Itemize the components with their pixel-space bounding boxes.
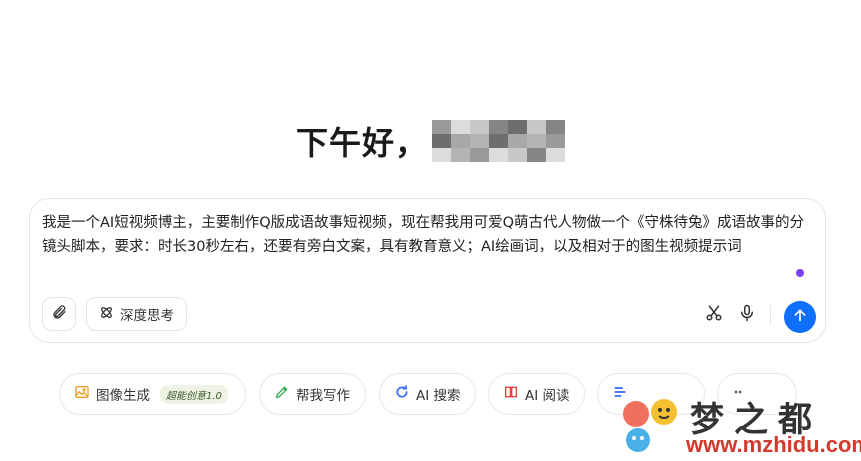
- search-icon: [394, 384, 410, 404]
- send-button[interactable]: [784, 301, 816, 333]
- book-icon: [503, 384, 519, 404]
- scissors-button[interactable]: [702, 303, 726, 327]
- attach-button[interactable]: [42, 297, 76, 331]
- greeting: 下午好，: [0, 118, 861, 164]
- status-dot: [796, 269, 804, 277]
- chip-label: AI 搜索: [416, 388, 461, 404]
- greeting-text: 下午好，: [295, 124, 428, 162]
- watermark-logo-icon: [620, 396, 684, 458]
- chip-badge: 超能创意1.0: [160, 384, 228, 404]
- image-icon: [74, 384, 90, 404]
- prompt-input[interactable]: 我是一个AI短视频博主，主要制作Q版成语故事短视频，现在帮我用可爱Q萌古代人物做…: [42, 211, 812, 259]
- watermark-url: www.mzhidu.com: [686, 432, 861, 457]
- microphone-button[interactable]: [735, 303, 759, 327]
- atom-icon: [99, 305, 114, 324]
- arrow-up-icon: [792, 307, 808, 327]
- chip-ai-search[interactable]: AI 搜索: [379, 373, 476, 415]
- microphone-icon: [738, 304, 756, 326]
- scissors-icon: [705, 304, 723, 326]
- blurred-username: [432, 120, 565, 162]
- chip-label: AI 阅读: [525, 388, 570, 404]
- site-watermark: 梦之都 www.mzhidu.com: [620, 392, 861, 458]
- chip-label: 帮我写作: [296, 388, 350, 404]
- chip-label: 图像生成: [96, 388, 150, 404]
- deep-think-button[interactable]: 深度思考: [86, 297, 187, 331]
- chat-composer[interactable]: 我是一个AI短视频博主，主要制作Q版成语故事短视频，现在帮我用可爱Q萌古代人物做…: [29, 198, 826, 343]
- chip-image-gen[interactable]: 图像生成 超能创意1.0: [59, 373, 246, 415]
- toolbar-divider: [770, 305, 771, 325]
- paperclip-icon: [51, 304, 67, 324]
- chip-writing[interactable]: 帮我写作: [259, 373, 366, 415]
- pen-icon: [274, 384, 290, 404]
- chip-ai-read[interactable]: AI 阅读: [488, 373, 585, 415]
- deep-think-label: 深度思考: [120, 308, 174, 324]
